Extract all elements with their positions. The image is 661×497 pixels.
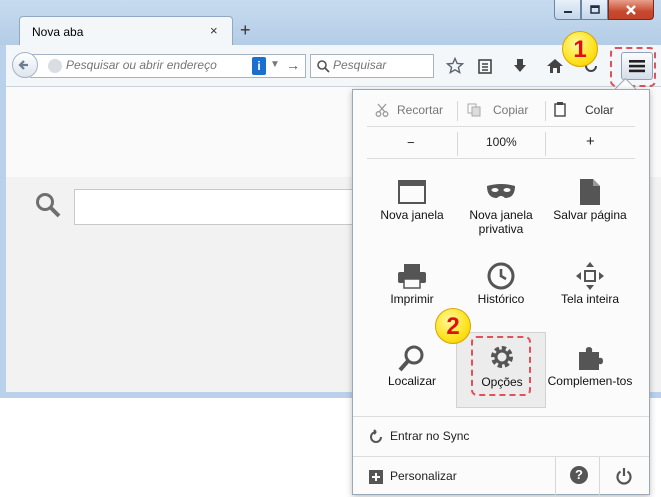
zoom-controls: − 100% + — [367, 130, 635, 158]
bookmarks-menu-button[interactable] — [474, 55, 496, 77]
page-search-icon — [34, 191, 62, 224]
downloads-button[interactable] — [509, 55, 531, 77]
clock-icon — [485, 260, 517, 292]
main-menu-panel: Recortar Copiar Colar − 100% + Nova jane… — [352, 89, 650, 495]
sync-row[interactable]: Entrar no Sync — [353, 417, 649, 457]
menu-item-label: Localizar — [387, 374, 437, 388]
search-input[interactable] — [333, 58, 429, 72]
menu-item-label: Imprimir — [390, 292, 434, 306]
new-window-button[interactable]: Nova janela — [367, 170, 457, 244]
page-search-field[interactable] — [74, 189, 364, 225]
menu-item-label: Nova janela — [380, 208, 444, 222]
globe-icon — [48, 59, 62, 73]
help-button[interactable]: ? — [570, 466, 588, 484]
home-icon — [547, 59, 563, 73]
puzzle-icon — [574, 342, 606, 374]
divider — [367, 158, 635, 159]
download-icon — [514, 59, 526, 72]
go-arrow-icon[interactable]: → — [286, 57, 300, 73]
edit-separator — [545, 101, 546, 121]
copy-button[interactable]: Copiar — [493, 103, 528, 117]
sync-label: Entrar no Sync — [390, 429, 470, 443]
options-highlight — [471, 336, 531, 396]
menu-item-label: Tela inteira — [560, 292, 620, 306]
menu-item-label: Nova janela privativa — [469, 208, 533, 236]
sync-icon — [370, 429, 382, 443]
star-icon — [446, 57, 464, 75]
page-icon — [574, 176, 606, 208]
divider — [367, 126, 635, 127]
mask-icon — [485, 176, 517, 208]
zoom-in-button[interactable]: + — [586, 133, 595, 150]
printer-icon — [396, 260, 428, 292]
cut-button[interactable]: Recortar — [397, 103, 443, 117]
minimize-icon — [563, 10, 572, 13]
dropdown-arrow-icon[interactable]: ▼ — [270, 59, 280, 70]
search-bar[interactable] — [310, 54, 434, 78]
scissors-icon — [375, 103, 389, 117]
url-bar[interactable]: i ▼ → — [30, 54, 306, 78]
save-page-button[interactable]: Salvar página — [545, 170, 635, 244]
back-button[interactable] — [12, 52, 38, 78]
info-icon[interactable]: i — [252, 57, 266, 75]
addons-button[interactable]: Complemen-tos — [545, 336, 635, 410]
maximize-button[interactable] — [581, 0, 608, 20]
find-button[interactable]: Localizar — [367, 336, 457, 410]
tab-nova-aba[interactable]: Nova aba × — [19, 16, 233, 46]
menu-item-label: Salvar página — [553, 208, 627, 222]
plus-box-icon — [369, 470, 383, 484]
close-icon — [626, 4, 636, 15]
footer-separator — [599, 457, 600, 495]
url-input[interactable] — [66, 58, 244, 72]
window-icon — [396, 176, 428, 208]
menu-button-highlight — [610, 47, 656, 87]
bookmarks-list-icon — [478, 59, 492, 74]
customize-row[interactable]: Personalizar ? — [353, 457, 649, 497]
search-icon — [317, 60, 330, 73]
customize-label: Personalizar — [390, 469, 457, 483]
zoom-level[interactable]: 100% — [486, 135, 517, 149]
new-tab-button[interactable]: + — [240, 20, 251, 40]
step-marker-1: 1 — [562, 31, 598, 67]
history-button[interactable]: Histórico — [456, 254, 546, 328]
tab-close-icon[interactable]: × — [210, 23, 218, 38]
menu-item-label: Histórico — [477, 292, 525, 306]
maximize-icon — [589, 4, 600, 14]
zoom-separator — [457, 132, 458, 156]
edit-separator — [457, 101, 458, 121]
zoom-separator — [545, 132, 546, 156]
tab-title: Nova aba — [32, 25, 84, 39]
home-button[interactable] — [544, 55, 566, 77]
step-marker-2: 2 — [435, 308, 471, 344]
close-window-button[interactable] — [608, 0, 654, 20]
clipboard-icon — [554, 102, 566, 117]
new-private-window-button[interactable]: Nova janela privativa — [456, 170, 546, 244]
bookmark-star-button[interactable] — [444, 55, 466, 77]
paste-button[interactable]: Colar — [585, 103, 614, 117]
power-icon[interactable] — [615, 467, 633, 485]
fullscreen-button[interactable]: Tela inteira — [545, 254, 635, 328]
footer-separator — [555, 457, 556, 495]
back-arrow-icon — [18, 60, 28, 70]
minimize-button[interactable] — [554, 0, 581, 20]
zoom-out-button[interactable]: − — [407, 135, 415, 150]
magnifier-icon — [396, 342, 428, 374]
menu-item-label: Complemen-tos — [547, 374, 633, 388]
fullscreen-icon — [574, 260, 606, 292]
copy-icon — [467, 103, 481, 117]
edit-controls: Recortar Copiar Colar — [367, 99, 635, 123]
